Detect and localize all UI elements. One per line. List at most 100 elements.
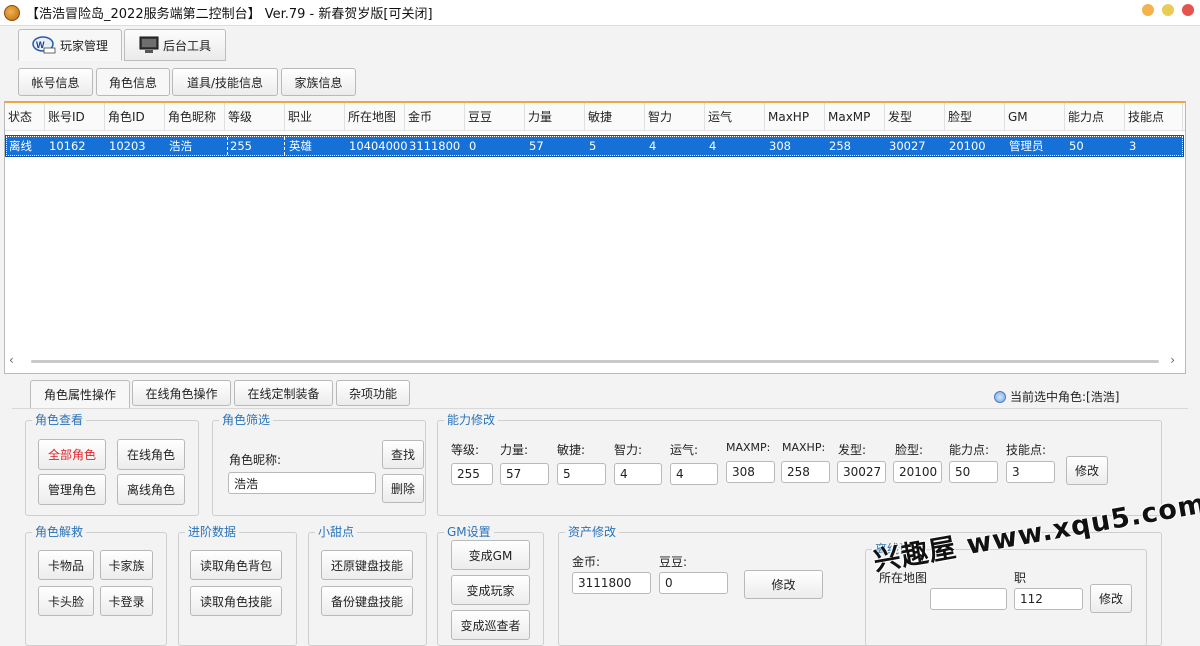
window-title: 【浩浩冒险岛_2022服务端第二控制台】 Ver.79 - 新春贺岁版[可关闭] [26, 7, 433, 22]
tab-account-info[interactable]: 帐号信息 [18, 68, 93, 96]
find-button[interactable]: 查找 [382, 440, 424, 469]
close-icon[interactable] [1182, 4, 1194, 16]
stat-label-maxhp: MAXHP: [782, 441, 826, 454]
gold-label: 金币: [572, 555, 601, 569]
stuck-item-button[interactable]: 卡物品 [38, 550, 94, 580]
stat-label-dex: 敏捷: [557, 443, 586, 457]
tab-misc-functions[interactable]: 杂项功能 [336, 380, 410, 406]
globe-icon [994, 390, 1006, 403]
col-job[interactable]: 职业 [285, 103, 345, 131]
tab-online-role-ops[interactable]: 在线角色操作 [132, 380, 231, 406]
backup-keyboard-skill-button[interactable]: 备份键盘技能 [321, 586, 413, 616]
stuck-face-button[interactable]: 卡头脸 [38, 586, 94, 616]
stat-input-ap[interactable]: 50 [949, 461, 998, 483]
group-asset-edit-title: 资产修改 [565, 525, 620, 539]
job-label: 职 [1014, 571, 1027, 585]
offline-modify-button[interactable]: 修改 [1090, 584, 1132, 613]
scrollbar-thumb[interactable] [31, 360, 1159, 363]
restore-keyboard-skill-button[interactable]: 还原键盘技能 [321, 550, 413, 580]
col-role-id[interactable]: 角色ID [105, 103, 165, 131]
stat-label-hair: 发型: [838, 443, 867, 457]
col-nickname[interactable]: 角色昵称 [165, 103, 225, 131]
stat-input-int[interactable]: 4 [614, 463, 662, 485]
gold-input[interactable]: 3111800 [572, 572, 651, 594]
monitor-icon [139, 36, 159, 53]
stat-input-level[interactable]: 255 [451, 463, 493, 485]
cell-maxhp: 308 [769, 139, 791, 153]
stuck-family-button[interactable]: 卡家族 [100, 550, 153, 580]
col-status[interactable]: 状态 [5, 103, 45, 131]
become-player-button[interactable]: 变成玩家 [451, 575, 530, 605]
tab-item-skill-info[interactable]: 道具/技能信息 [172, 68, 278, 96]
stat-input-dex[interactable]: 5 [557, 463, 606, 485]
read-skill-button[interactable]: 读取角色技能 [190, 586, 282, 616]
maximize-icon[interactable] [1162, 4, 1174, 16]
col-map[interactable]: 所在地图 [345, 103, 405, 131]
stat-input-str[interactable]: 57 [500, 463, 549, 485]
tab-backend-tools[interactable]: 后台工具 [124, 29, 226, 61]
cell-gold: 3111800 [409, 139, 461, 153]
stat-input-maxhp[interactable]: 258 [781, 461, 830, 483]
delete-button[interactable]: 删除 [382, 474, 424, 503]
asset-modify-button[interactable]: 修改 [744, 570, 823, 599]
col-int[interactable]: 智力 [645, 103, 705, 131]
nickname-input[interactable]: 浩浩 [228, 472, 376, 494]
role-grid[interactable]: 状态 账号ID 角色ID 角色昵称 等级 职业 所在地图 金币 豆豆 力量 敏捷… [4, 101, 1186, 374]
col-gold[interactable]: 金币 [405, 103, 465, 131]
cell-level: 255 [227, 137, 285, 155]
cell-status: 离线 [9, 139, 32, 153]
col-bean[interactable]: 豆豆 [465, 103, 525, 131]
col-hair[interactable]: 发型 [885, 103, 945, 131]
map-input[interactable] [930, 588, 1007, 610]
admin-roles-button[interactable]: 管理角色 [38, 474, 106, 505]
bean-input[interactable]: 0 [659, 572, 728, 594]
stat-input-sp[interactable]: 3 [1006, 461, 1055, 483]
col-sp[interactable]: 技能点 [1125, 103, 1183, 131]
col-luk[interactable]: 运气 [705, 103, 765, 131]
cell-luk: 4 [709, 139, 717, 153]
become-gm-button[interactable]: 变成GM [451, 540, 530, 570]
cell-account-id: 10162 [49, 139, 86, 153]
horizontal-scrollbar[interactable]: ‹ › [5, 351, 1185, 371]
app-icon [4, 4, 20, 21]
become-patrol-button[interactable]: 变成巡查者 [451, 610, 530, 640]
read-bag-button[interactable]: 读取角色背包 [190, 550, 282, 580]
scroll-left-icon[interactable]: ‹ [9, 353, 14, 367]
cell-hair: 30027 [889, 139, 926, 153]
window-controls [1142, 4, 1194, 16]
cell-map: 104040000 [349, 139, 407, 153]
col-maxmp[interactable]: MaxMP [825, 103, 885, 131]
stat-input-face[interactable]: 20100 [893, 461, 942, 483]
minimize-icon[interactable] [1142, 4, 1154, 16]
tab-player-management[interactable]: W 玩家管理 [18, 29, 122, 61]
stat-label-sp: 技能点: [1006, 443, 1047, 457]
col-gm[interactable]: GM [1005, 103, 1065, 131]
online-roles-button[interactable]: 在线角色 [117, 439, 185, 470]
tab-role-attribute-ops[interactable]: 角色属性操作 [30, 380, 130, 409]
col-ap[interactable]: 能力点 [1065, 103, 1125, 131]
col-str[interactable]: 力量 [525, 103, 585, 131]
col-maxhp[interactable]: MaxHP [765, 103, 825, 131]
group-sweet-title: 小甜点 [315, 525, 358, 539]
stat-input-luk[interactable]: 4 [670, 463, 718, 485]
tab-role-info[interactable]: 角色信息 [96, 68, 170, 96]
col-level[interactable]: 等级 [225, 103, 285, 131]
offline-roles-button[interactable]: 离线角色 [117, 474, 185, 505]
col-account-id[interactable]: 账号ID [45, 103, 105, 131]
job-input[interactable]: 112 [1014, 588, 1083, 610]
stat-input-hair[interactable]: 30027 [837, 461, 886, 483]
tab-online-custom-equip[interactable]: 在线定制装备 [234, 380, 333, 406]
stat-modify-button[interactable]: 修改 [1066, 456, 1108, 485]
tab-family-info[interactable]: 家族信息 [281, 68, 356, 96]
all-roles-button[interactable]: 全部角色 [38, 439, 106, 470]
group-role-rescue-title: 角色解救 [32, 525, 87, 539]
col-face[interactable]: 脸型 [945, 103, 1005, 131]
col-dex[interactable]: 敏捷 [585, 103, 645, 131]
stat-input-maxmp[interactable]: 308 [726, 461, 775, 483]
scroll-right-icon[interactable]: › [1170, 353, 1175, 367]
cell-gm: 管理员 [1009, 139, 1044, 153]
stuck-login-button[interactable]: 卡登录 [100, 586, 153, 616]
table-row[interactable]: 离线 10162 10203 浩浩 255 英雄 104040000 31118… [5, 135, 1184, 157]
cell-sp: 3 [1129, 139, 1137, 153]
stat-label-int: 智力: [614, 443, 643, 457]
